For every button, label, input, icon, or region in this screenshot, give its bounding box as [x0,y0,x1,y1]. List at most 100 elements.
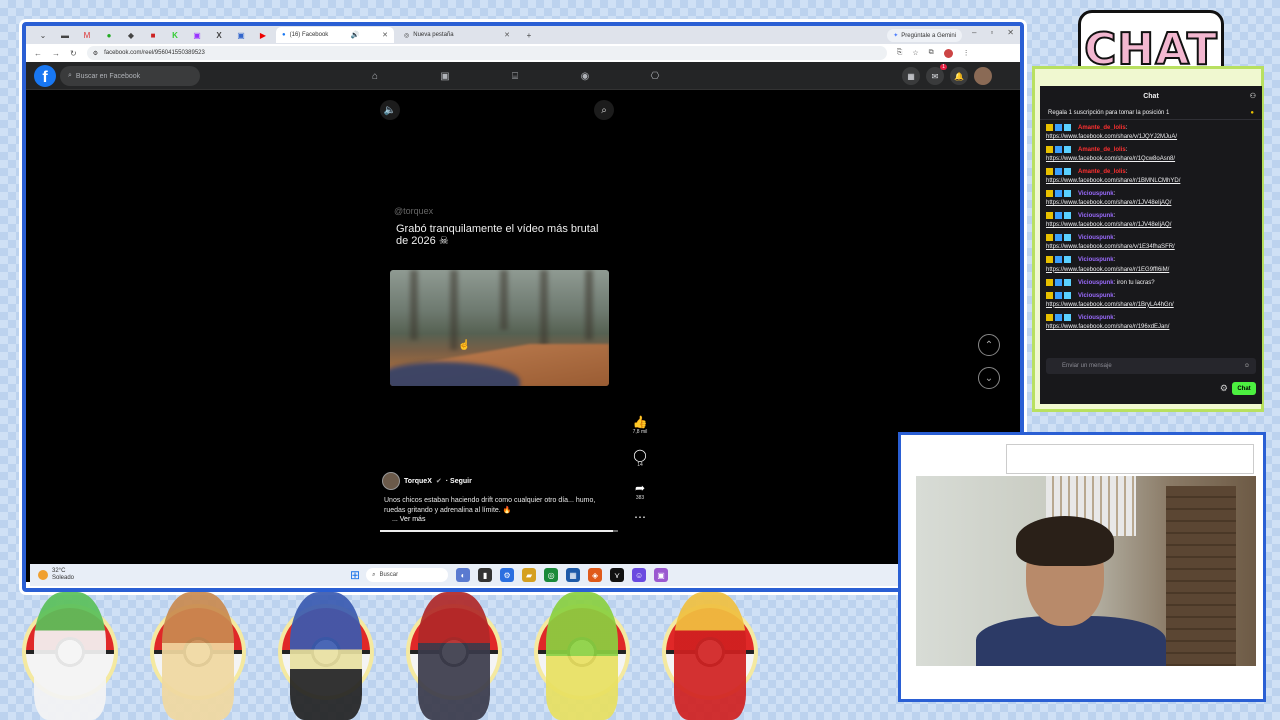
chat-colon: : [1113,292,1116,299]
chat-message-link[interactable]: https://www.facebook.com/share/r/196xdEJ… [1046,323,1256,332]
chat-message-link[interactable]: https://www.facebook.com/share/r/1EG9ffI… [1046,266,1256,275]
install-app-icon[interactable]: ⎘ [897,49,903,57]
back-arrow-icon[interactable]: ← [34,49,42,58]
like-button[interactable]: 👍 7,8 mil [630,415,650,435]
chat-username[interactable]: Amante_de_lolis [1078,147,1126,153]
next-reel-chevron-down-icon[interactable]: ⌄ [978,367,1000,389]
close-tab-icon[interactable]: ✕ [382,31,388,39]
chat-username[interactable]: Amante_de_lolis [1078,125,1126,131]
taskbar-search[interactable]: ⌕ Buscar [366,568,449,582]
weather-desc: Soleado [52,575,75,581]
pinned-tab-youtube-icon[interactable]: ▶ [254,28,272,42]
taskbar-store-icon[interactable]: ▦ [566,568,581,582]
more-options-button[interactable]: ⋯ [630,510,650,524]
extensions-icon[interactable]: ⧉ [929,49,934,57]
pokemon-gardevoir [14,592,126,720]
share-button[interactable]: ➦ 383 [630,481,650,501]
chat-settings-gear-icon[interactable]: ⚙ [1220,383,1228,394]
chat-username[interactable]: Viciouspunk [1078,280,1114,286]
reel-search-icon[interactable]: ⌕ [594,100,614,120]
pinned-tab-x-icon[interactable]: X [210,28,228,42]
chat-username[interactable]: Viciouspunk [1078,315,1114,321]
chat-username[interactable]: Viciouspunk [1078,191,1114,197]
chat-message-link[interactable]: https://www.facebook.com/share/v/1JQYJ2M… [1046,133,1256,142]
taskbar-app-icon[interactable]: ⋎ [610,568,625,582]
pinned-tab-kick-icon[interactable]: K [166,28,184,42]
minimize-icon[interactable]: – [972,28,976,37]
close-window-icon[interactable]: ✕ [1007,28,1014,37]
follow-link[interactable]: · Seguir [446,478,472,485]
nav-home-icon[interactable]: ⌂ [367,68,383,84]
users-icon[interactable]: ⚇ [1250,92,1256,100]
badges-icon [1046,190,1076,198]
chat-message-link[interactable]: https://www.facebook.com/share/r/1BryLA4… [1046,301,1256,310]
maximize-icon[interactable]: ▫ [990,28,993,37]
url-input[interactable]: ⚙ facebook.com/reel/956041550389523 [86,46,887,60]
pinned-tab-blue-icon[interactable]: ▣ [232,28,250,42]
chat-message-link[interactable]: https://www.facebook.com/share/r/1JV48eI… [1046,221,1256,230]
author-avatar[interactable] [382,472,400,490]
reel-video[interactable]: ☝ [390,270,609,386]
tab-facebook[interactable]: ● (16) Facebook 🔊 ✕ [276,27,394,43]
messenger-icon[interactable]: ✉ 1 [926,64,947,85]
reload-icon[interactable]: ↻ [70,49,77,58]
emote-icon[interactable]: ☺ [1244,363,1250,369]
chat-username[interactable]: Viciouspunk [1078,293,1114,299]
nav-groups-icon[interactable]: ◉ [577,68,593,84]
discord-icon[interactable]: ☺ [632,568,647,582]
profile-avatar[interactable] [974,67,992,85]
pinned-subscription-banner[interactable]: Regala 1 suscripción para tomar la posic… [1040,106,1262,120]
pinned-tab-green-icon[interactable]: ● [100,28,118,42]
profile-avatar[interactable] [943,48,953,58]
chat-colon: : [1113,213,1116,220]
pinned-tab-red-icon[interactable]: ■ [144,28,162,42]
volume-icon[interactable]: 🔈 [380,100,400,120]
pinned-tab-twitch-icon[interactable]: ▣ [188,28,206,42]
pinned-tab-gray-icon[interactable]: ◆ [122,28,140,42]
taskbar-settings-icon[interactable]: ⚙ [500,568,515,582]
close-tab-icon[interactable]: ✕ [504,31,510,39]
pinned-tab-gmail-icon[interactable]: M [78,28,96,42]
tab-new-tab[interactable]: ◎ Nueva pestaña ✕ [398,27,516,43]
gemini-button[interactable]: ✦ Pregúntale a Gemini [887,29,962,42]
menu-dots-icon[interactable]: ⋮ [963,49,970,57]
facebook-logo-icon[interactable]: f [34,65,56,87]
site-info-icon[interactable]: ⚙ [93,50,98,57]
taskbar-app-icon[interactable]: ▣ [654,568,669,582]
taskbar-app-icon[interactable]: ◐ [456,568,471,582]
chat-username[interactable]: Viciouspunk [1078,213,1114,219]
forward-arrow-icon[interactable]: → [52,49,60,58]
bookmark-star-icon[interactable]: ☆ [912,49,918,57]
chat-message-input[interactable]: Enviar un mensaje ☺ [1046,358,1256,374]
nav-reels-icon[interactable]: ▣ [437,68,453,84]
previous-reel-chevron-up-icon[interactable]: ⌃ [978,334,1000,356]
chat-username[interactable]: Amante_de_lolis [1078,169,1126,175]
chat-username[interactable]: Viciouspunk [1078,235,1114,241]
chat-username[interactable]: Viciouspunk [1078,258,1114,264]
video-progress-bar[interactable] [380,530,618,532]
menu-grid-icon[interactable]: ▦ [902,67,920,85]
chat-send-button[interactable]: Chat [1232,382,1256,395]
badges-icon [1046,212,1076,220]
chat-message-link[interactable]: https://www.facebook.com/share/r/1BMNLCM… [1046,177,1256,186]
see-more-link[interactable]: ... Ver más [392,516,425,523]
speaker-icon[interactable]: 🔊 [351,31,360,39]
taskbar-app-icon[interactable]: ◈ [588,568,603,582]
chrome-icon[interactable]: ◎ [544,568,559,582]
new-tab-plus-icon[interactable]: + [520,28,538,42]
weather-widget[interactable]: 32°C Soleado [30,568,350,582]
author-name[interactable]: TorqueX [404,478,432,485]
facebook-search-input[interactable]: ⌕ Buscar en Facebook [60,66,200,86]
chat-message-link[interactable]: https://www.facebook.com/share/r/1JV48eI… [1046,199,1256,208]
comment-button[interactable]: ◯ 14 [630,448,650,468]
windows-start-icon[interactable]: ⊞ [350,568,360,582]
pinned-tab-folder-icon[interactable]: ▬ [56,28,74,42]
nav-gaming-icon[interactable]: ⎔ [647,68,663,84]
chat-message-link[interactable]: https://www.facebook.com/share/r/1Qcw8oA… [1046,155,1256,164]
tab-list-chevron-icon[interactable]: ⌄ [34,28,52,42]
chat-message-link[interactable]: https://www.facebook.com/share/v/1E34fha… [1046,243,1256,252]
task-view-icon[interactable]: ▮ [478,568,493,582]
notifications-bell-icon[interactable]: 🔔 [950,67,968,85]
nav-marketplace-icon[interactable]: ⌸ [507,68,523,84]
file-explorer-icon[interactable]: ▰ [522,568,537,582]
